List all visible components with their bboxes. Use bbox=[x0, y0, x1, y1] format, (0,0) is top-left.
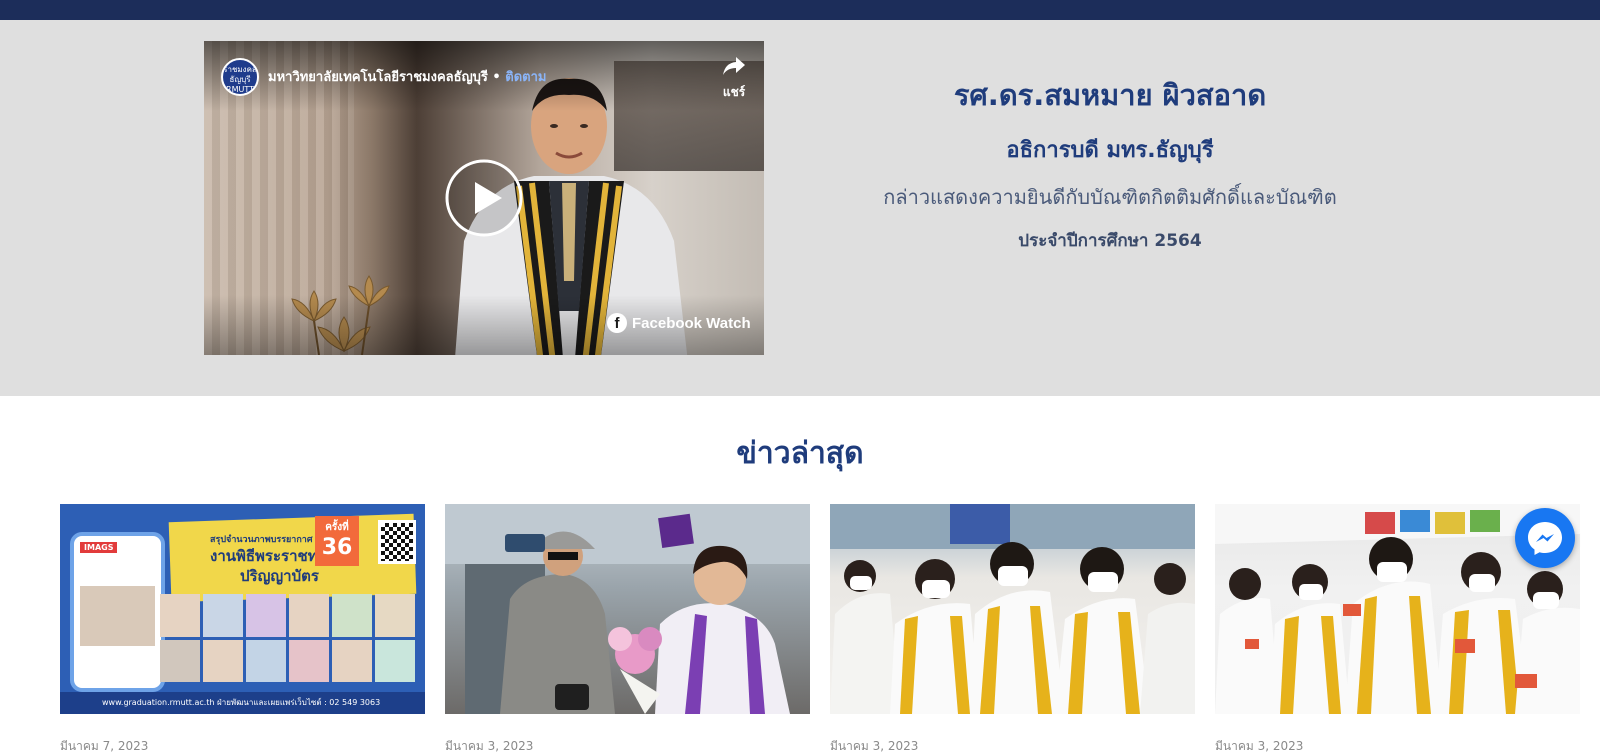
news-thumbnail[interactable]: IMAGS สรุปจำนวนภาพบรรยากาศ งานพิธีพระราช… bbox=[60, 504, 425, 714]
news-date: มีนาคม 3, 2023 bbox=[830, 739, 919, 753]
banner-line-3: ปริญญาบัตร bbox=[240, 567, 319, 585]
thumbnail-phone-photo bbox=[80, 586, 155, 646]
page-name-link[interactable]: มหาวิทยาลัยเทคโนโลยีราชมงคลธัญบุรี • ติด… bbox=[268, 66, 546, 87]
messenger-icon bbox=[1528, 522, 1562, 555]
latest-news-heading: ข่าวล่าสุด bbox=[736, 436, 864, 471]
speaker-name: รศ.ดร.สมหมาย ผิวสอาด bbox=[953, 78, 1267, 112]
thumbnail-tag: IMAGS bbox=[80, 542, 118, 553]
facebook-watch-label: Facebook Watch bbox=[632, 314, 751, 332]
news-date: มีนาคม 3, 2023 bbox=[445, 739, 534, 753]
share-arrow-icon bbox=[723, 57, 745, 75]
hero-section: ราชมงคล ธัญบุรี RMUTT มหาวิทยาลัยเทคโนโล… bbox=[0, 20, 1600, 396]
page-avatar[interactable]: ราชมงคล ธัญบุรี RMUTT bbox=[221, 58, 259, 96]
news-card[interactable]: มีนาคม 3, 2023 bbox=[445, 504, 810, 756]
title-separator: • bbox=[487, 70, 506, 85]
page-name[interactable]: มหาวิทยาลัยเทคโนโลยีราชมงคลธัญบุรี bbox=[268, 70, 488, 85]
news-date: มีนาคม 3, 2023 bbox=[1215, 739, 1304, 753]
news-card[interactable]: มีนาคม 3, 2023 bbox=[830, 504, 1195, 756]
badge-label: ครั้งที่ bbox=[325, 522, 349, 533]
thumbnail-photo-grid bbox=[160, 594, 415, 682]
follow-link[interactable]: ติดตาม bbox=[505, 70, 546, 85]
speaker-description: กล่าวแสดงความยินดีกับบัณฑิตกิตติมศักดิ์แ… bbox=[883, 185, 1337, 209]
thumbnail-footer: www.graduation.rmutt.ac.th ฝ่ายพัฒนาและเ… bbox=[60, 692, 425, 714]
qr-code-icon bbox=[378, 520, 416, 564]
share-label: แชร์ bbox=[722, 85, 746, 99]
news-thumbnail[interactable] bbox=[830, 504, 1195, 714]
graduates-walking-photo bbox=[830, 504, 1195, 714]
facebook-watch-link[interactable]: f Facebook Watch bbox=[607, 313, 751, 333]
badge-number: 36 bbox=[321, 535, 353, 560]
hero-text-block: รศ.ดร.สมหมาย ผิวสอาด อธิการบดี มทร.ธัญบุ… bbox=[810, 72, 1410, 254]
share-button[interactable]: แชร์ bbox=[712, 55, 756, 102]
play-icon[interactable] bbox=[444, 158, 524, 238]
news-date: มีนาคม 7, 2023 bbox=[60, 739, 149, 753]
academic-year: ประจำปีการศึกษา 2564 bbox=[1018, 231, 1202, 251]
thumbnail-phone-graphic: IMAGS bbox=[70, 532, 165, 692]
messenger-chat-button[interactable] bbox=[1515, 508, 1575, 568]
facebook-icon: f bbox=[607, 313, 627, 333]
selfie-photo bbox=[445, 504, 810, 714]
news-card[interactable]: IMAGS สรุปจำนวนภาพบรรยากาศ งานพิธีพระราช… bbox=[60, 504, 425, 756]
facebook-video-embed[interactable]: ราชมงคล ธัญบุรี RMUTT มหาวิทยาลัยเทคโนโล… bbox=[204, 41, 764, 355]
edition-badge: ครั้งที่ 36 bbox=[315, 516, 359, 566]
speaker-role: อธิการบดี มทร.ธัญบุรี bbox=[1006, 138, 1214, 163]
top-nav-bar bbox=[0, 0, 1600, 20]
news-thumbnail[interactable] bbox=[445, 504, 810, 714]
